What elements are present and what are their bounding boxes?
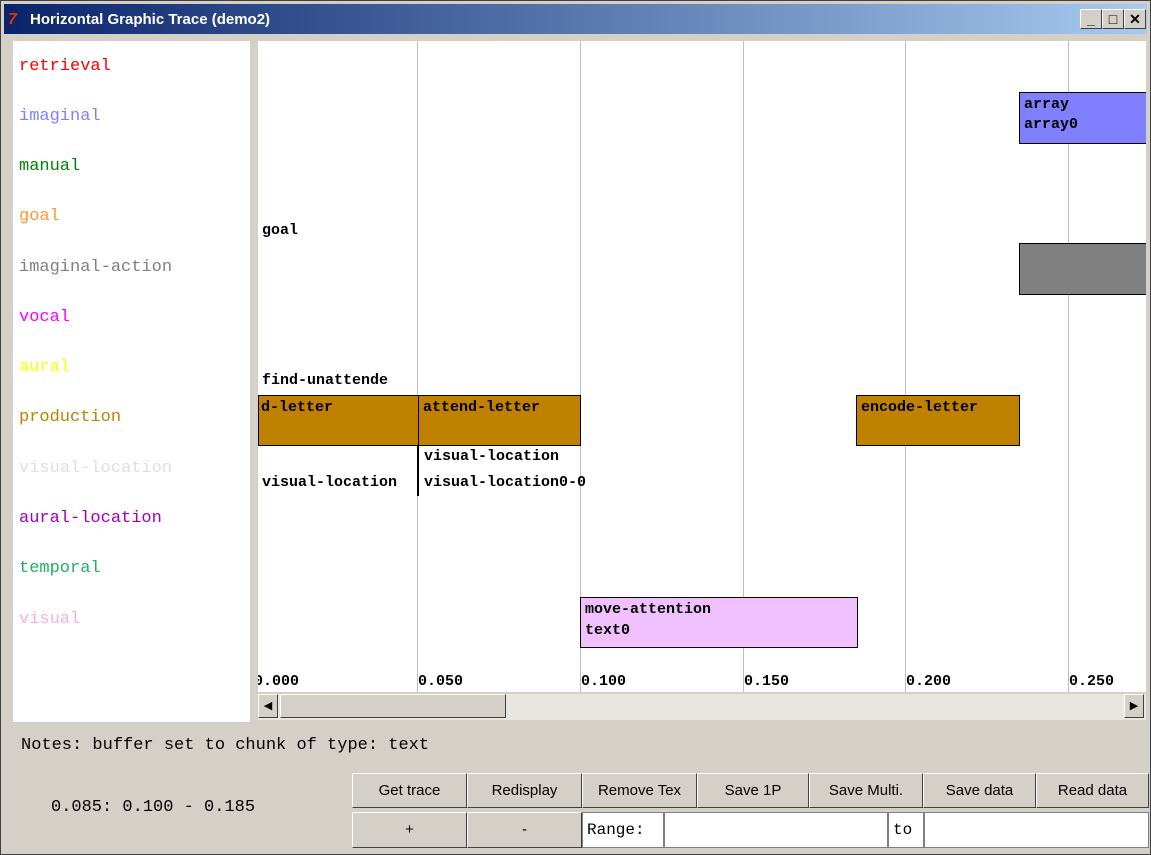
label-visual: visual — [19, 610, 81, 629]
visual-box[interactable]: move-attention text0 — [580, 597, 858, 648]
label-imaginal-action: imaginal-action — [19, 258, 173, 277]
imaginal-box[interactable]: array array0 — [1019, 92, 1146, 144]
label-temporal: temporal — [19, 559, 101, 578]
visual-location-marker — [417, 446, 419, 496]
visual-location-request-text: visual-location — [424, 448, 560, 465]
scroll-left-icon[interactable]: ◀ — [258, 694, 278, 718]
production-box-1-label: d-letter — [261, 399, 334, 416]
imaginal-action-box[interactable] — [1019, 243, 1146, 295]
label-aural-location: aural-location — [19, 509, 162, 528]
tick-label: 0.050 — [418, 673, 464, 690]
zoom-in-button[interactable]: + — [352, 812, 467, 848]
scroll-thumb[interactable] — [280, 694, 506, 718]
save-data-button[interactable]: Save data — [923, 773, 1036, 808]
gridline — [580, 41, 581, 692]
production-box-3-label: encode-letter — [861, 399, 979, 416]
imaginal-box-line2: array0 — [1024, 116, 1079, 133]
tick-label: 0.250 — [1069, 673, 1115, 690]
close-button[interactable]: ✕ — [1124, 9, 1146, 29]
trace-window: 7 Horizontal Graphic Trace (demo2) _ □ ✕… — [0, 0, 1151, 855]
save-multi-button[interactable]: Save Multi. — [809, 773, 923, 808]
visual-location-text-2: visual-location0-0 — [424, 474, 587, 491]
redisplay-button[interactable]: Redisplay — [467, 773, 582, 808]
scroll-right-icon[interactable]: ▶ — [1124, 694, 1144, 718]
gridline — [743, 41, 744, 692]
label-vocal: vocal — [19, 308, 71, 327]
horizontal-scrollbar[interactable]: ◀ ▶ — [258, 694, 1146, 720]
tick-label: 0.000 — [258, 673, 300, 690]
gridline — [905, 41, 906, 692]
production-box-1[interactable]: d-letter — [258, 395, 419, 446]
zoom-out-button[interactable]: - — [467, 812, 582, 848]
label-production: production — [19, 408, 122, 427]
tick-label: 0.150 — [744, 673, 790, 690]
visual-location-text-1: visual-location — [262, 474, 398, 491]
visual-box-line2: text0 — [585, 622, 631, 639]
tick-label: 0.100 — [581, 673, 627, 690]
read-data-button[interactable]: Read data — [1036, 773, 1149, 808]
visual-box-line1: move-attention — [585, 601, 712, 618]
module-labels-panel: retrieval imaginal manual goal imaginal-… — [13, 41, 250, 722]
minimize-button[interactable]: _ — [1080, 9, 1102, 29]
label-goal: goal — [19, 207, 60, 226]
production-box-2[interactable]: attend-letter — [418, 395, 581, 446]
production-box-3[interactable]: encode-letter — [856, 395, 1020, 446]
imaginal-box-line1: array — [1024, 96, 1070, 113]
goal-trace-text: goal — [262, 222, 299, 239]
get-trace-button[interactable]: Get trace — [352, 773, 467, 808]
remove-text-button[interactable]: Remove Tex — [582, 773, 697, 808]
gridline — [417, 41, 418, 692]
range-label: Range: — [582, 812, 664, 848]
label-imaginal: imaginal — [19, 107, 101, 126]
window-title: Horizontal Graphic Trace (demo2) — [30, 11, 271, 28]
label-retrieval: retrieval — [19, 57, 111, 76]
range-start-input[interactable] — [664, 812, 888, 848]
tick-label: 0.200 — [906, 673, 952, 690]
tk-icon: 7 — [8, 11, 17, 28]
production-prior-text: find-unattende — [262, 372, 389, 389]
range-end-input[interactable] — [924, 812, 1149, 848]
maximize-button[interactable]: □ — [1102, 9, 1124, 29]
save-1p-button[interactable]: Save 1P — [697, 773, 809, 808]
time-status: 0.085: 0.100 - 0.185 — [51, 798, 256, 817]
label-visual-location: visual-location — [19, 459, 173, 478]
label-aural: aural — [19, 358, 71, 377]
title-bar[interactable]: 7 Horizontal Graphic Trace (demo2) _ □ ✕ — [4, 4, 1147, 34]
label-manual: manual — [19, 157, 81, 176]
notes-text: Notes: buffer set to chunk of type: text — [21, 736, 430, 755]
trace-canvas[interactable]: array array0 goal find-unattende d-lette… — [258, 41, 1146, 692]
range-to-label: to — [888, 812, 924, 848]
production-box-2-label: attend-letter — [423, 399, 541, 416]
